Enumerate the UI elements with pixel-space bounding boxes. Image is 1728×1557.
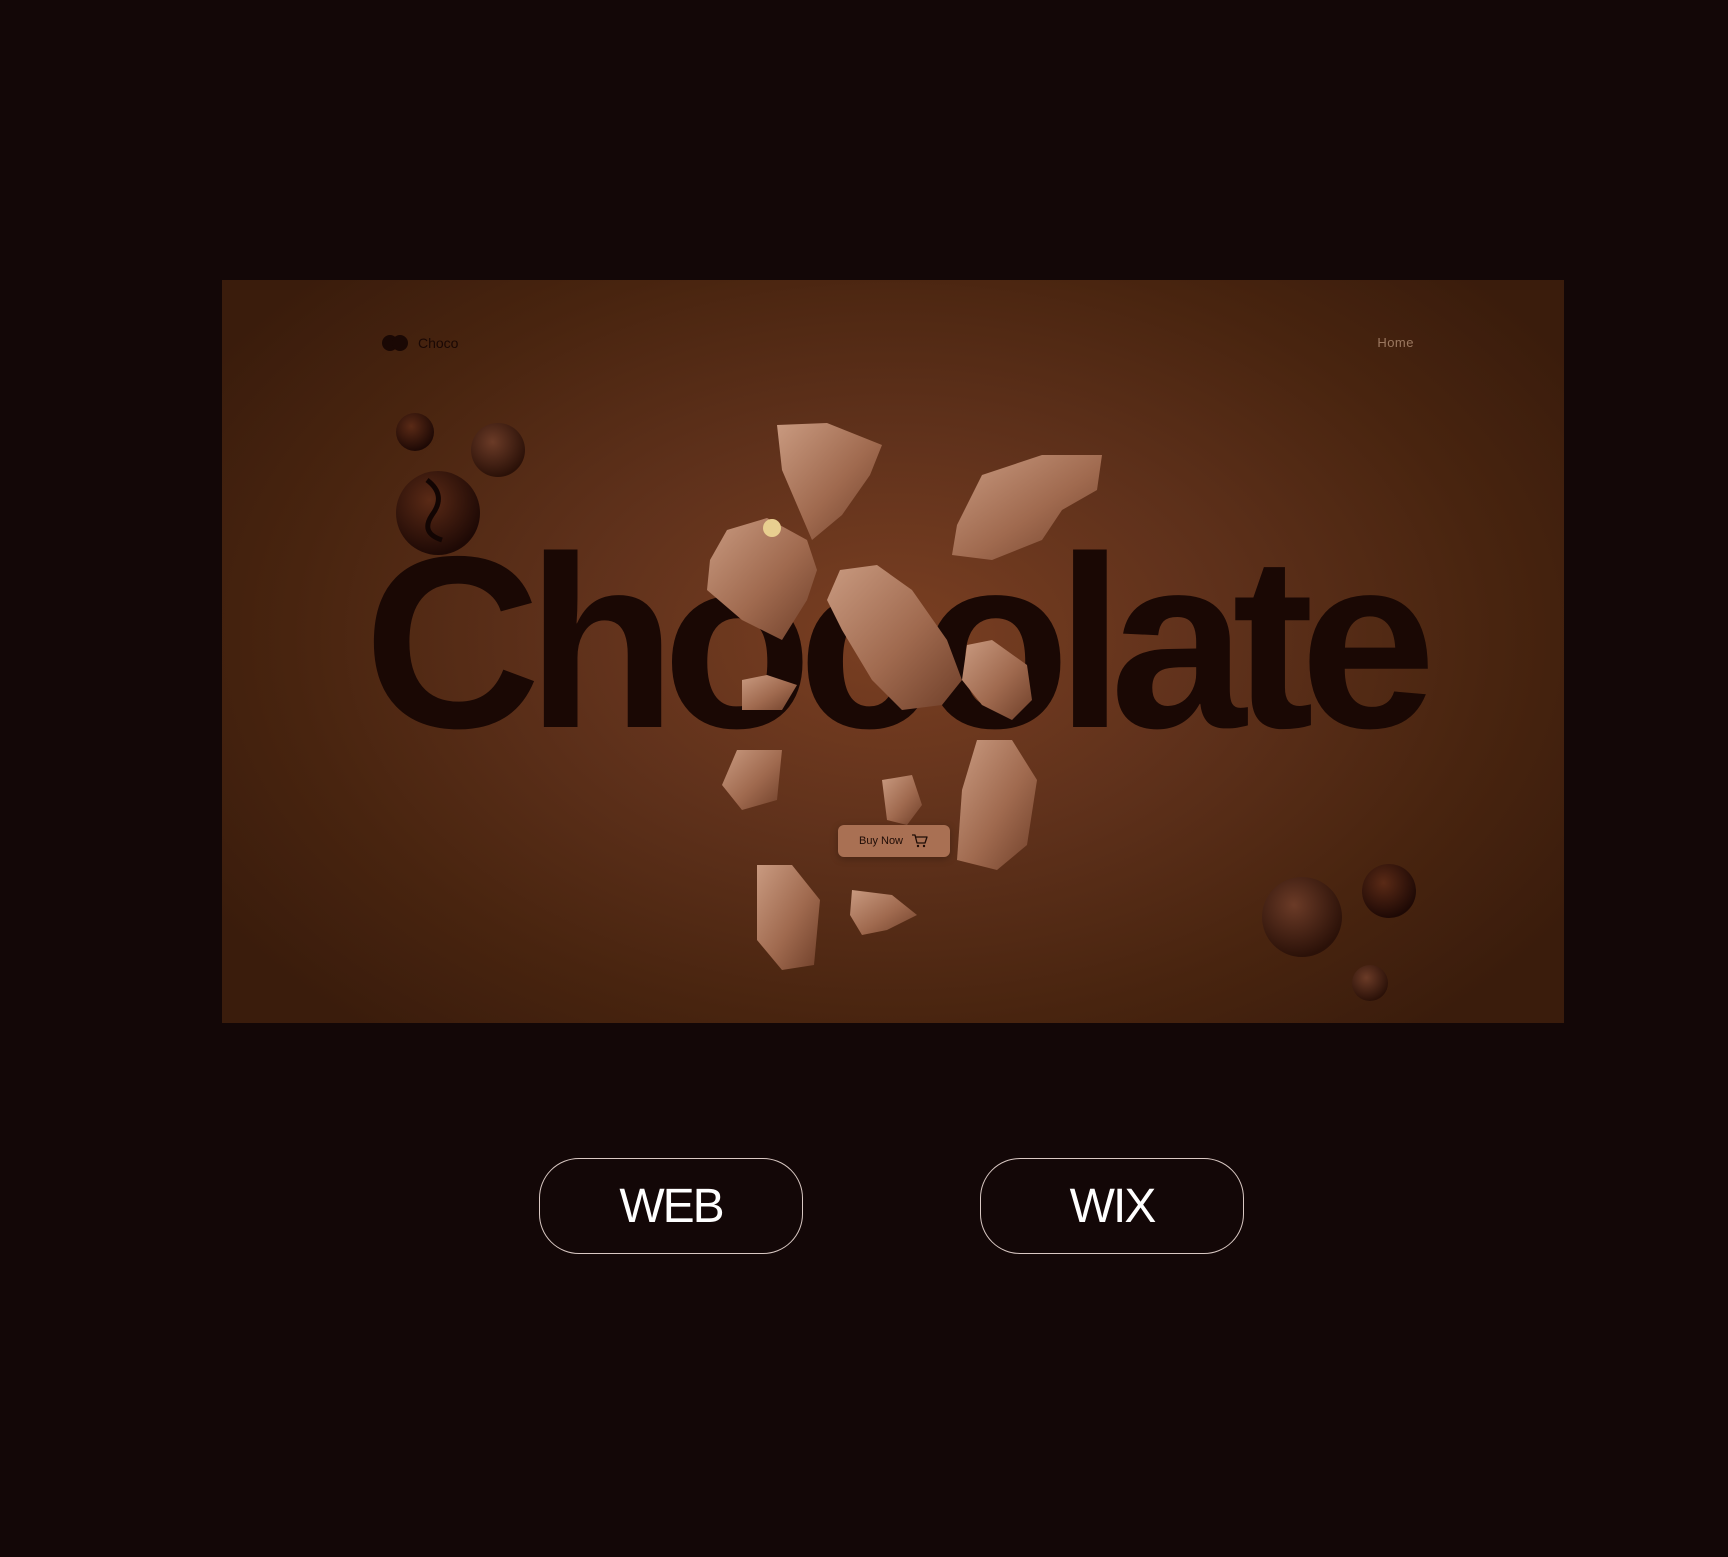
hero-headline: Chocolate: [363, 505, 1436, 779]
chocolate-piece-11: [850, 890, 917, 935]
web-button[interactable]: WEB: [539, 1158, 803, 1254]
brand-name: Choco: [418, 335, 459, 351]
cart-icon: [912, 834, 928, 848]
truffle-1: [396, 413, 434, 451]
top-nav: Choco Home: [222, 280, 1564, 380]
nav-home-link[interactable]: Home: [1377, 335, 1414, 350]
truffle-5: [1362, 864, 1416, 918]
logo-icon: [382, 335, 408, 351]
chocolate-piece-8: [882, 775, 922, 825]
hero-section: Choco Home Chocolate Buy Now: [222, 280, 1564, 1023]
truffle-2: [471, 423, 525, 477]
wix-button[interactable]: WIX: [980, 1158, 1244, 1254]
truffle-4: [1262, 877, 1342, 957]
chocolate-piece-10: [757, 865, 820, 970]
brand-logo[interactable]: Choco: [382, 335, 458, 351]
buy-now-button[interactable]: Buy Now: [838, 825, 950, 857]
buy-now-label: Buy Now: [858, 835, 904, 847]
truffle-6: [1352, 965, 1388, 1001]
